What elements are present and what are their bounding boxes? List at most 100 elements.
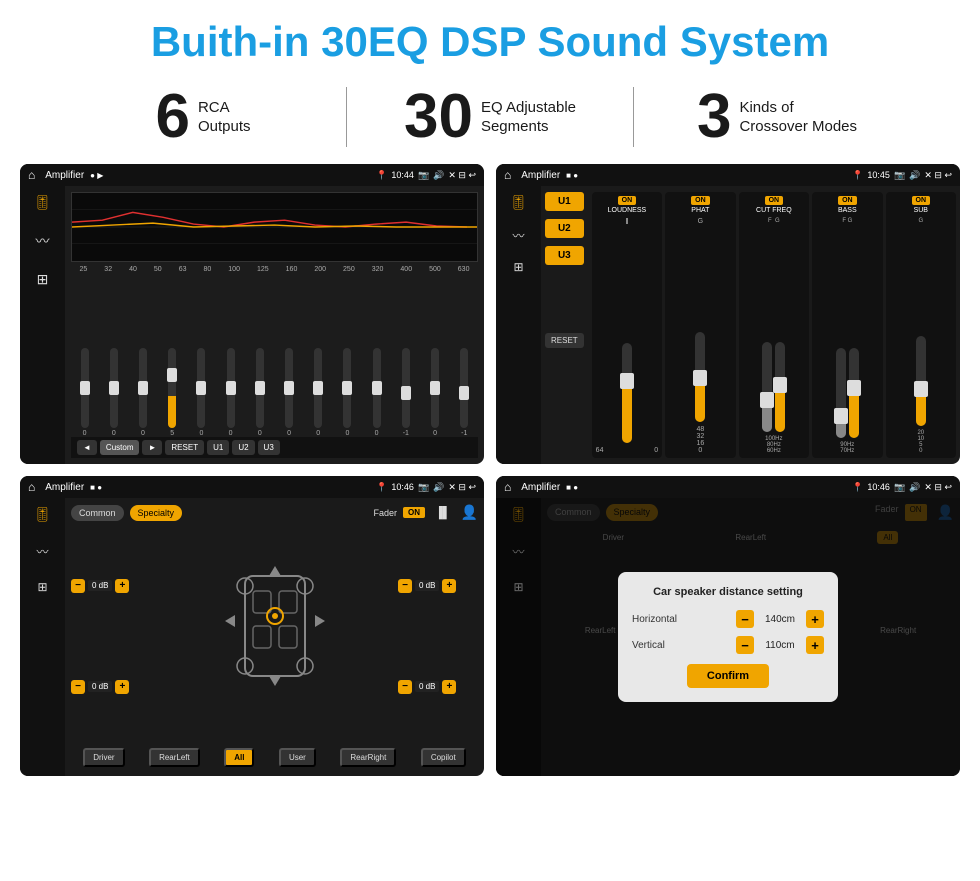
fader-bottom-bar: Driver RearLeft All User RearRight Copil… — [71, 745, 478, 770]
sub-slider-area[interactable] — [916, 224, 926, 430]
eq-slider-14[interactable]: -1 — [460, 348, 468, 437]
eq-slider-6[interactable]: 0 — [227, 348, 235, 437]
confirm-button[interactable]: Confirm — [687, 664, 769, 688]
fader-volume-icon: 🔊 — [433, 482, 444, 493]
eq-slider-10[interactable]: 0 — [343, 348, 351, 437]
fader-location-icon: 📍 — [376, 482, 387, 493]
eq-slider-12[interactable]: -1 — [402, 348, 410, 437]
phat-slider[interactable] — [695, 332, 705, 422]
bass-slider2[interactable] — [849, 348, 859, 438]
eq-slider-7[interactable]: 0 — [256, 348, 264, 437]
crossover-screen: ⌂ Amplifier ■ ● 📍 10:45 📷 🔊 ✕ ⊟ ↩ 🎚 〰 ⊞ … — [496, 164, 960, 464]
u-buttons: U1 U2 U3 RESET — [541, 186, 588, 464]
user-btn[interactable]: User — [279, 748, 316, 767]
left-vol-1-minus[interactable]: − — [71, 579, 85, 593]
eq-sidebar-icon1[interactable]: 🎚 — [34, 194, 52, 211]
eq-reset-btn[interactable]: RESET — [165, 440, 204, 455]
left-vol-2-minus[interactable]: − — [71, 680, 85, 694]
eq-slider-3[interactable]: 0 — [139, 348, 147, 437]
fader-sidebar-icon2[interactable]: 〰 — [36, 543, 48, 560]
rear-right-btn[interactable]: RearRight — [340, 748, 396, 767]
fader-top-bar: Common Specialty Fader ON ▐▌ 👤 — [71, 504, 478, 521]
eq-u3-btn[interactable]: U3 — [258, 440, 280, 455]
eq-slider-13[interactable]: 0 — [431, 348, 439, 437]
crossover-sidebar-icon2[interactable]: 〰 — [512, 227, 524, 244]
stat-crossover: 3 Kinds ofCrossover Modes — [634, 86, 920, 148]
vertical-minus[interactable]: − — [736, 636, 754, 654]
eq-sidebar-icon2[interactable]: 〰 — [36, 231, 50, 251]
eq-u2-btn[interactable]: U2 — [232, 440, 254, 455]
crossover-reset-btn[interactable]: RESET — [545, 333, 584, 348]
fader-sidebar-icon1[interactable]: 🎚 — [34, 506, 52, 523]
cutfreq-slider1[interactable] — [762, 342, 772, 432]
cutfreq-slider-area[interactable] — [762, 224, 785, 436]
eq-slider-9[interactable]: 0 — [314, 348, 322, 437]
all-btn[interactable]: All — [224, 748, 254, 767]
eq-slider-8[interactable]: 0 — [285, 348, 293, 437]
right-vol-2-minus[interactable]: − — [398, 680, 412, 694]
eq-slider-1[interactable]: 0 — [81, 348, 89, 437]
u1-button[interactable]: U1 — [545, 192, 584, 211]
eq-next-btn[interactable]: ► — [142, 440, 162, 455]
cutfreq-slider2[interactable] — [775, 342, 785, 432]
horizontal-minus[interactable]: − — [736, 610, 754, 628]
copilot-btn[interactable]: Copilot — [421, 748, 466, 767]
home-icon[interactable]: ⌂ — [28, 168, 35, 182]
loudness-channel: ON LOUDNESS 640 — [592, 192, 662, 458]
left-vol-1-val: 0 dB — [88, 580, 112, 591]
crossover-sidebar-icon1[interactable]: 🎚 — [510, 194, 528, 211]
sub-slider[interactable] — [916, 336, 926, 426]
horizontal-label: Horizontal — [632, 614, 702, 625]
eq-icons2: ✕ ⊟ ↩ — [448, 170, 476, 181]
right-volume-controls: − 0 dB + − 0 dB + — [398, 527, 478, 745]
dialog-screen-title: Amplifier — [521, 482, 560, 493]
driver-btn[interactable]: Driver — [83, 748, 124, 767]
crossover-home-icon[interactable]: ⌂ — [504, 168, 511, 182]
vertical-plus[interactable]: + — [806, 636, 824, 654]
horizontal-plus[interactable]: + — [806, 610, 824, 628]
eq-slider-5[interactable]: 0 — [197, 348, 205, 437]
u2-button[interactable]: U2 — [545, 219, 584, 238]
specialty-tab[interactable]: Specialty — [130, 505, 183, 521]
fader-car-diagram-area: − 0 dB + − 0 dB + — [71, 527, 478, 745]
left-vol-1-plus[interactable]: + — [115, 579, 129, 593]
dialog-home-icon[interactable]: ⌂ — [504, 480, 511, 494]
fader-main: Common Specialty Fader ON ▐▌ 👤 − 0 dB + — [65, 498, 484, 776]
crossover-screen-title: Amplifier — [521, 170, 560, 181]
fader-icons2: ✕ ⊟ ↩ — [448, 482, 476, 493]
phat-label: PHAT — [691, 207, 709, 214]
dialog-camera-icon: 📷 — [894, 482, 905, 493]
vertical-control: − 110cm + — [736, 636, 824, 654]
eq-sliders[interactable]: 0 0 0 5 0 — [71, 277, 478, 437]
loudness-slider-area[interactable] — [622, 224, 632, 447]
rear-left-btn[interactable]: RearLeft — [149, 748, 200, 767]
fader-status-icons: 📍 10:46 📷 🔊 ✕ ⊟ ↩ — [376, 482, 476, 493]
right-vol-1-minus[interactable]: − — [398, 579, 412, 593]
common-tab[interactable]: Common — [71, 505, 124, 521]
dialog-icons2: ✕ ⊟ ↩ — [924, 482, 952, 493]
eq-slider-2[interactable]: 0 — [110, 348, 118, 437]
stat-eq-text: EQ AdjustableSegments — [481, 98, 576, 137]
eq-prev-btn[interactable]: ◄ — [77, 440, 97, 455]
eq-slider-11[interactable]: 0 — [373, 348, 381, 437]
phat-slider-area[interactable] — [695, 225, 705, 426]
fader-home-icon[interactable]: ⌂ — [28, 480, 35, 494]
left-vol-2-plus[interactable]: + — [115, 680, 129, 694]
bass-slider1[interactable] — [836, 348, 846, 438]
fader-sidebar-icon3[interactable]: ⊞ — [37, 580, 47, 594]
right-vol-2-plus[interactable]: + — [442, 680, 456, 694]
u3-button[interactable]: U3 — [545, 246, 584, 265]
eq-u1-btn[interactable]: U1 — [207, 440, 229, 455]
loudness-slider[interactable] — [622, 343, 632, 443]
right-vol-1-plus[interactable]: + — [442, 579, 456, 593]
eq-custom-btn[interactable]: Custom — [100, 440, 140, 455]
eq-slider-4[interactable]: 5 — [168, 348, 176, 437]
eq-sidebar-icon3[interactable]: ⊞ — [37, 271, 49, 288]
dialog-dot-icons: ■ ● — [566, 483, 578, 492]
crossover-sidebar-icon3[interactable]: ⊞ — [513, 260, 523, 274]
car-svg — [215, 556, 335, 716]
bass-slider-area[interactable] — [836, 224, 859, 442]
vertical-label: Vertical — [632, 640, 702, 651]
left-vol-1: − 0 dB + — [71, 579, 151, 593]
crossover-status-icons: 📍 10:45 📷 🔊 ✕ ⊟ ↩ — [852, 170, 952, 181]
